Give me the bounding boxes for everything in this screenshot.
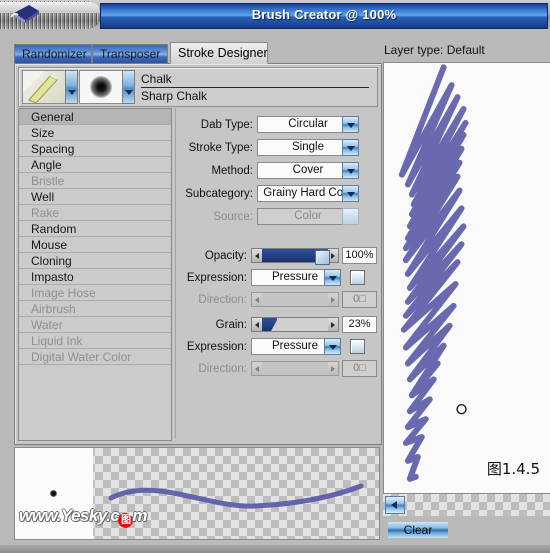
method-row: Method: Cover (176, 162, 377, 180)
grain-direction-label: Direction: (198, 363, 247, 375)
clear-button[interactable]: Clear (386, 520, 450, 540)
subcategory-label: Subcategory: (185, 188, 253, 200)
opacity-direction-slider (251, 292, 339, 307)
grain-value[interactable]: 23% (342, 316, 377, 333)
sidebar-item-random[interactable]: Random (19, 221, 171, 237)
brush-creator-window: Brush Creator @ 100% Randomizer Transpos… (0, 0, 550, 553)
brush-category-name: Chalk (141, 72, 369, 88)
sidebar-item-size[interactable]: Size (19, 125, 171, 141)
site-watermark: www.Yesky.c 图 m (19, 506, 147, 528)
grain-direction-track (262, 362, 328, 375)
title-bar: Brush Creator @ 100% (0, 0, 550, 30)
general-settings-controls: Dab Type: Circular Stroke Type: Single M… (175, 108, 377, 439)
canvas-scroll-strip (383, 494, 550, 516)
dab-type-label: Dab Type: (200, 119, 253, 131)
opacity-expression-invert-checkbox[interactable] (350, 270, 365, 285)
source-row: Source: Color (176, 208, 377, 226)
grain-expression-dropdown-arrow-icon[interactable] (324, 338, 341, 355)
grain-label: Grain: (215, 319, 247, 331)
tab-randomizer[interactable]: Randomizer (14, 44, 92, 64)
sidebar-item-mouse[interactable]: Mouse (19, 237, 171, 253)
brush-category-dropdown[interactable] (65, 70, 78, 104)
opacity-expression-label: Expression: (186, 272, 247, 284)
sidebar-item-spacing[interactable]: Spacing (19, 141, 171, 157)
watermark-text-suffix: m (132, 506, 147, 525)
sidebar-item-water: Water (19, 317, 171, 333)
sidebar-item-cloning[interactable]: Cloning (19, 253, 171, 269)
sidebar-item-liquid-ink: Liquid Ink (19, 333, 171, 349)
grain-slider-left-arrow-icon[interactable] (252, 318, 262, 331)
stroke-attribute-list[interactable]: General Size Spacing Angle Bristle Well … (18, 108, 172, 441)
stroke-type-dropdown-arrow-icon[interactable] (342, 139, 359, 156)
grain-expression-row: Expression: Pressure (176, 338, 377, 356)
sidebar-item-rake: Rake (19, 205, 171, 221)
subcategory-dropdown-arrow-icon[interactable] (342, 185, 359, 202)
opacity-direction-left-arrow-icon (252, 293, 262, 306)
layer-type-label: Layer type: Default (384, 43, 485, 57)
scribble-stroke-art (398, 64, 469, 482)
sidebar-item-well[interactable]: Well (19, 189, 171, 205)
sidebar-item-image-hose: Image Hose (19, 285, 171, 301)
tab-transposer[interactable]: Transposer (92, 44, 168, 64)
sidebar-item-digital-water-color: Digital Water Color (19, 349, 171, 365)
chalk-stick-art (28, 75, 58, 103)
sidebar-item-bristle: Bristle (19, 173, 171, 189)
source-label: Source: (213, 211, 253, 223)
watermark-text-prefix: www.Yesky.c (19, 506, 120, 525)
opacity-direction-track (262, 293, 328, 306)
brush-variant-thumbnail[interactable] (79, 70, 123, 104)
scroll-left-arrow-icon[interactable] (385, 496, 405, 514)
dab-type-dropdown-arrow-icon[interactable] (342, 116, 359, 133)
grain-direction-row: Direction: 0□ (176, 360, 377, 378)
stroke-preview-strip[interactable]: www.Yesky.c 图 m (14, 447, 380, 540)
soft-dab-icon (80, 71, 122, 103)
opacity-expression-row: Expression: Pressure (176, 269, 377, 287)
brush-category-thumbnail[interactable] (22, 70, 66, 104)
sidebar-item-general[interactable]: General (19, 109, 171, 125)
window-title: Brush Creator @ 100% (251, 7, 397, 22)
stroke-designer-panel: Chalk Sharp Chalk General Size Spacing A… (14, 63, 382, 445)
grain-direction-left-arrow-icon (252, 362, 262, 375)
tab-stroke-designer[interactable]: Stroke Designer (170, 42, 268, 64)
brush-selector-bar: Chalk Sharp Chalk (18, 67, 378, 107)
grain-direction-right-arrow-icon (328, 362, 338, 375)
dab-type-row: Dab Type: Circular (176, 116, 377, 134)
opacity-row: Opacity: 100% (176, 247, 377, 265)
opacity-direction-value: 0□ (342, 291, 377, 308)
brush-test-canvas[interactable]: 图1.4.5 (383, 62, 550, 494)
opacity-expression-dropdown-arrow-icon[interactable] (324, 269, 341, 286)
grain-direction-value: 0□ (342, 360, 377, 377)
opacity-direction-label: Direction: (198, 294, 247, 306)
grain-slider-thumb[interactable] (271, 320, 284, 331)
opacity-slider[interactable] (251, 248, 339, 265)
opacity-slider-left-arrow-icon[interactable] (252, 249, 262, 262)
window-bottom-bar (0, 545, 550, 553)
method-dropdown-arrow-icon[interactable] (342, 162, 359, 179)
sidebar-item-airbrush: Airbrush (19, 301, 171, 317)
figure-caption: 图1.4.5 (486, 460, 540, 478)
method-label: Method: (211, 165, 253, 177)
grain-expression-label: Expression: (186, 341, 247, 353)
grain-row: Grain: 23% (176, 316, 377, 334)
sidebar-item-angle[interactable]: Angle (19, 157, 171, 173)
grain-direction-slider (251, 361, 339, 376)
sidebar-empty-space (19, 365, 171, 440)
opacity-slider-thumb[interactable] (315, 250, 330, 265)
brush-variant-name: Sharp Chalk (141, 89, 208, 103)
grain-expression-invert-checkbox[interactable] (350, 339, 365, 354)
stroke-type-row: Stroke Type: Single (176, 139, 377, 157)
opacity-value[interactable]: 100% (342, 247, 377, 264)
opacity-direction-row: Direction: 0□ (176, 291, 377, 309)
opacity-direction-right-arrow-icon (328, 293, 338, 306)
grain-slider-right-arrow-icon[interactable] (328, 318, 338, 331)
stroke-type-label: Stroke Type: (188, 142, 253, 154)
subcategory-row: Subcategory: Grainy Hard Co... (176, 185, 377, 203)
paint-bucket-icon (10, 5, 39, 23)
source-dropdown-arrow-icon (342, 208, 359, 225)
grain-slider[interactable] (251, 317, 339, 332)
sidebar-item-impasto[interactable]: Impasto (19, 269, 171, 285)
brush-variant-dropdown[interactable] (122, 70, 135, 104)
opacity-label: Opacity: (204, 250, 247, 262)
